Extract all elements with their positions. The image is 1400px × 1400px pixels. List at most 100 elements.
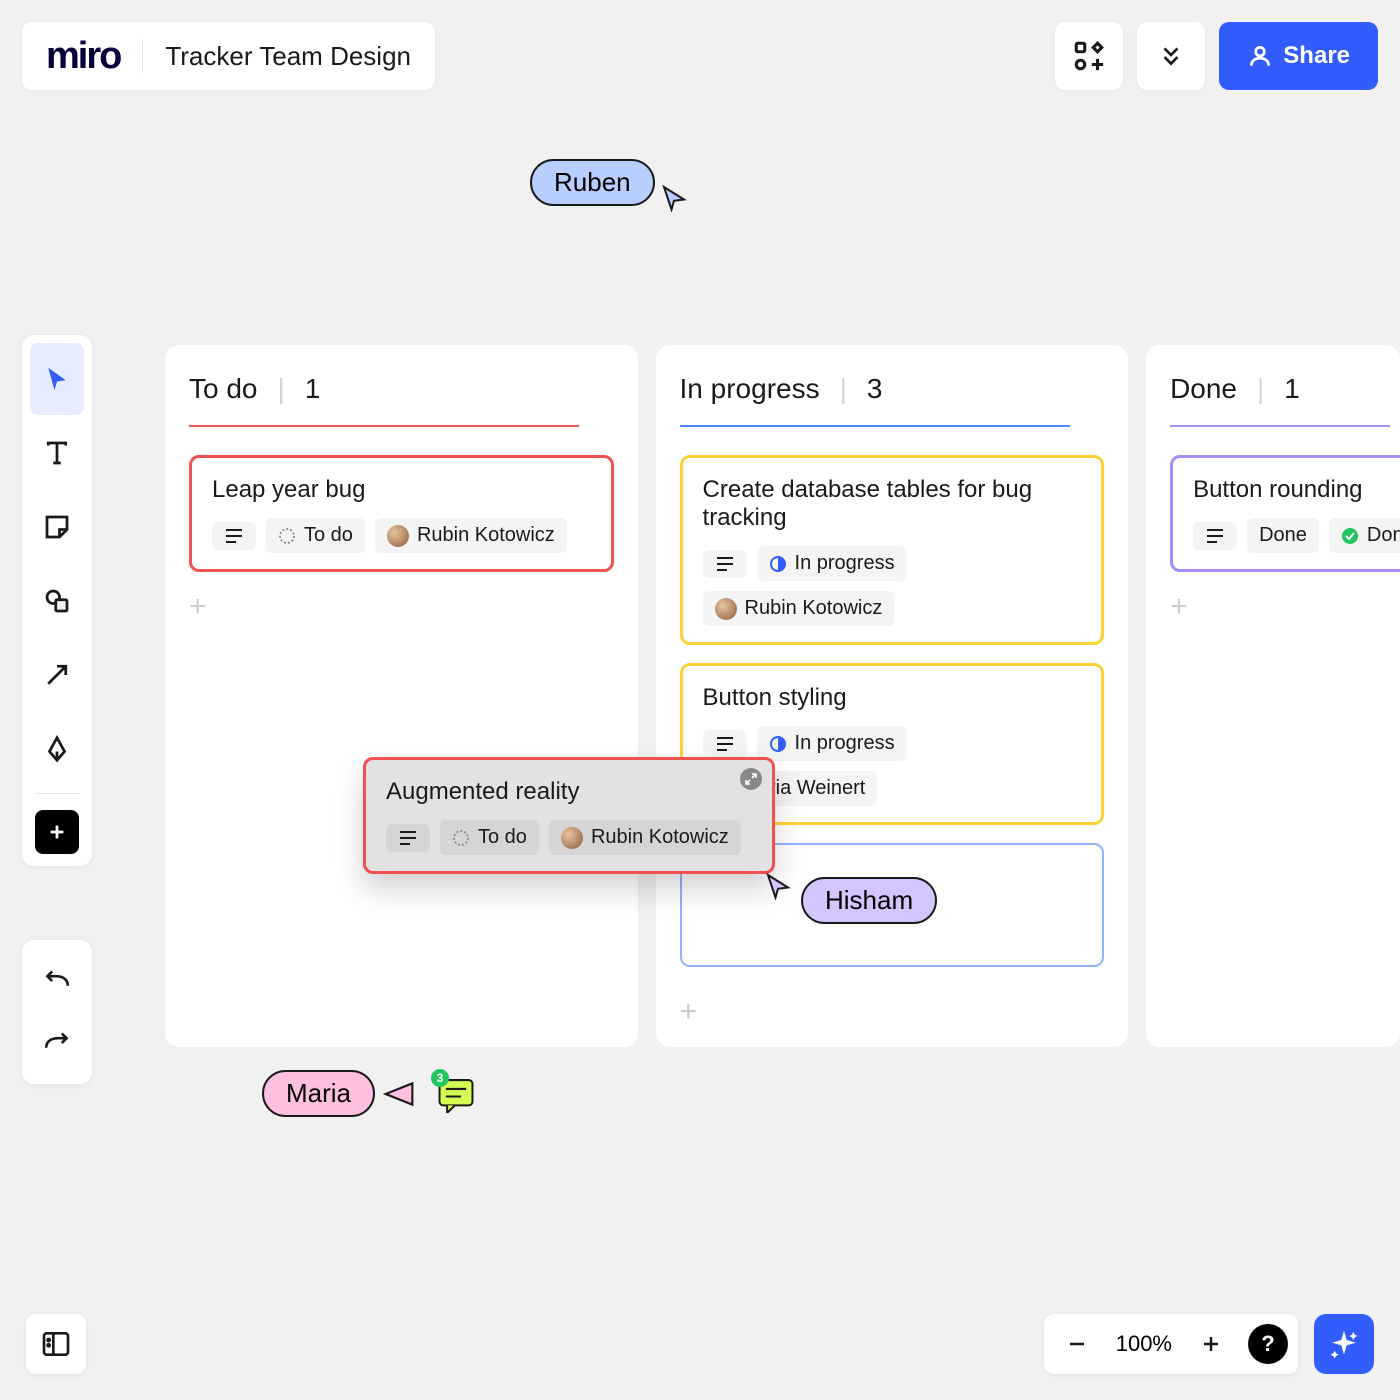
apps-button[interactable]	[1055, 22, 1123, 90]
add-card-button[interactable]: +	[1170, 590, 1376, 624]
tag-status[interactable]: To do	[266, 518, 365, 553]
arrow-icon	[42, 660, 72, 690]
pen-icon	[42, 734, 72, 764]
sticky-icon	[42, 512, 72, 542]
tool-shape[interactable]	[30, 565, 84, 637]
cursor-maria: Maria 3	[262, 1070, 475, 1117]
column-todo[interactable]: To do | 1 Leap year bug To do Rubin Koto…	[165, 345, 638, 1047]
tool-text[interactable]	[30, 417, 84, 489]
avatar	[387, 525, 409, 547]
board-title[interactable]: Tracker Team Design	[165, 41, 411, 72]
column-header: Done | 1	[1170, 373, 1376, 405]
card-title: Augmented reality	[386, 778, 752, 806]
avatar	[561, 827, 583, 849]
undo-redo-panel	[22, 940, 92, 1084]
lines-icon	[1205, 528, 1225, 544]
undo-button[interactable]	[30, 950, 84, 1012]
logo[interactable]: miro	[46, 35, 120, 78]
status-label: Done	[1259, 524, 1307, 547]
zoom-in-button[interactable]	[1188, 1321, 1234, 1367]
plus-icon	[1200, 1333, 1222, 1355]
tag-description[interactable]	[386, 824, 430, 852]
avatar	[715, 598, 737, 620]
status-label: In progress	[795, 552, 895, 575]
question-icon: ?	[1261, 1331, 1274, 1357]
card[interactable]: Button rounding Done Don	[1170, 455, 1400, 572]
tag-description[interactable]	[212, 522, 256, 550]
tag-assignee[interactable]: Rubin Kotowicz	[375, 518, 567, 553]
half-circle-icon	[769, 735, 787, 753]
share-button[interactable]: Share	[1219, 22, 1378, 90]
tag-status[interactable]: In progress	[757, 726, 907, 761]
tag-done[interactable]: Don	[1329, 518, 1400, 553]
collapse-button[interactable]	[1137, 22, 1205, 90]
shape-icon	[42, 586, 72, 616]
expand-button[interactable]	[740, 768, 762, 790]
tag-description[interactable]	[1193, 522, 1237, 550]
tag-description[interactable]	[703, 730, 747, 758]
column-done[interactable]: Done | 1 Button rounding Done Don +	[1146, 345, 1400, 1047]
header-right: Share	[1055, 22, 1378, 90]
tool-pen[interactable]	[30, 713, 84, 785]
tool-arrow[interactable]	[30, 639, 84, 711]
help-button[interactable]: ?	[1248, 1324, 1288, 1364]
card[interactable]: Leap year bug To do Rubin Kotowicz	[189, 455, 614, 572]
header-divider	[142, 39, 143, 73]
column-divider: |	[840, 373, 847, 405]
check-circle-icon	[1341, 527, 1359, 545]
person-icon	[1247, 43, 1273, 69]
card-tags: Done Don	[1193, 518, 1400, 553]
tag-description[interactable]	[703, 550, 747, 578]
status-label: In progress	[795, 732, 895, 755]
panels-button[interactable]	[26, 1314, 86, 1374]
zoom-value[interactable]: 100%	[1108, 1331, 1180, 1357]
tag-assignee[interactable]: Rubin Kotowicz	[703, 591, 895, 626]
cursor-pointer-icon	[763, 870, 793, 900]
column-title: In progress	[680, 373, 820, 405]
lines-icon	[715, 736, 735, 752]
zoom-out-button[interactable]	[1054, 1321, 1100, 1367]
card-tags: In progress Rubin Kotowicz	[703, 546, 1082, 626]
add-card-button[interactable]: +	[189, 590, 614, 624]
tool-add[interactable]	[35, 810, 79, 854]
dragging-card[interactable]: Augmented reality To do Rubin Kotowicz	[363, 757, 775, 874]
card-title: Create database tables for bug tracking	[703, 476, 1082, 532]
status-label: To do	[304, 524, 353, 547]
column-inprogress[interactable]: In progress | 3 Create database tables f…	[656, 345, 1129, 1047]
assignee-label: Rubin Kotowicz	[417, 524, 555, 547]
card[interactable]: Create database tables for bug tracking …	[680, 455, 1105, 645]
ai-button[interactable]	[1314, 1314, 1374, 1374]
tool-select[interactable]	[30, 343, 84, 415]
redo-button[interactable]	[30, 1012, 84, 1074]
tag-status[interactable]: To do	[440, 820, 539, 855]
tag-status[interactable]: Done	[1247, 518, 1319, 553]
card-title: Leap year bug	[212, 476, 591, 504]
kanban-board: To do | 1 Leap year bug To do Rubin Koto…	[165, 345, 1400, 1047]
dashed-circle-icon	[278, 527, 296, 545]
done-label: Don	[1367, 524, 1400, 547]
column-underline	[1170, 425, 1390, 427]
tag-assignee[interactable]: Rubin Kotowicz	[549, 820, 741, 855]
comment-bubble[interactable]: 3	[437, 1075, 475, 1113]
column-count: 1	[305, 373, 321, 405]
column-header: In progress | 3	[680, 373, 1105, 405]
add-card-button[interactable]: +	[680, 995, 698, 1029]
column-title: To do	[189, 373, 258, 405]
sparkle-icon	[1328, 1328, 1360, 1360]
cursor-pointer-icon	[659, 182, 689, 212]
column-header: To do | 1	[189, 373, 614, 405]
assignee-label: Rubin Kotowicz	[591, 826, 729, 849]
header-left: miro Tracker Team Design	[22, 22, 435, 90]
zoom-controls: 100% ?	[1044, 1314, 1298, 1374]
column-underline	[189, 425, 579, 427]
tag-status[interactable]: In progress	[757, 546, 907, 581]
column-title: Done	[1170, 373, 1237, 405]
assignee-label: Rubin Kotowicz	[745, 597, 883, 620]
comment-count: 3	[431, 1069, 449, 1087]
tool-sticky[interactable]	[30, 491, 84, 563]
text-icon	[42, 438, 72, 468]
column-count: 1	[1284, 373, 1300, 405]
card-tags: To do Rubin Kotowicz	[386, 820, 752, 855]
lines-icon	[398, 830, 418, 846]
cursor-pill: Hisham	[801, 877, 937, 924]
